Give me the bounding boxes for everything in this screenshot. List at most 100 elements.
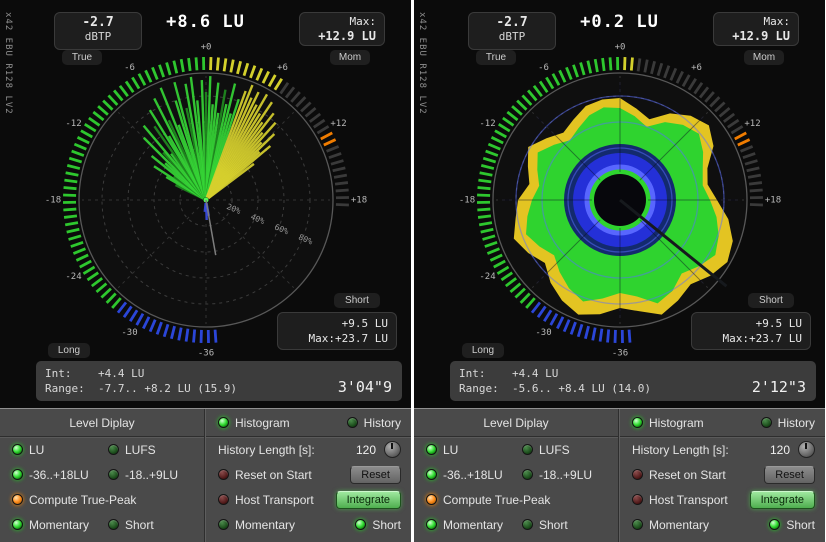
history-label: History xyxy=(777,415,815,430)
radio-lu[interactable]: LU xyxy=(12,443,108,457)
integration-stats: Int: +4.4 LU Range: -5.6.. +8.4 LU (14.0… xyxy=(459,366,651,396)
short-mode-badge: Short xyxy=(748,293,794,308)
level-display-column: Level Diplay LU LUFS -36..+18LU -18..+9L… xyxy=(414,409,619,542)
reset-button[interactable]: Reset xyxy=(350,465,401,484)
history-length-knob[interactable] xyxy=(384,441,401,458)
max-label: Max: xyxy=(349,15,377,28)
reset-on-start-led xyxy=(218,469,229,480)
svg-text:-36: -36 xyxy=(198,349,214,359)
level-display-title: Level Diplay xyxy=(483,415,549,430)
hist-momentary-label: Momentary xyxy=(235,517,296,532)
scale-narrow-label: -18..+9LU xyxy=(125,467,179,482)
svg-text:+18: +18 xyxy=(351,196,367,206)
checkbox-compute-true-peak[interactable]: Compute True-Peak xyxy=(426,493,550,507)
true-mode-badge: True xyxy=(62,50,102,65)
radio-momentary[interactable]: Momentary xyxy=(426,518,522,532)
lufs-led xyxy=(522,444,533,455)
lu-led xyxy=(12,444,23,455)
radio-hist-short[interactable]: Short xyxy=(769,518,815,532)
checkbox-compute-true-peak[interactable]: Compute True-Peak xyxy=(12,493,136,507)
history-length-value: 120 xyxy=(355,442,376,457)
reset-row: Reset on Start Reset xyxy=(206,462,411,487)
integration-time: 3'04"9 xyxy=(337,378,392,396)
transport-row: Host Transport Integrate xyxy=(620,487,825,512)
svg-text:-18: -18 xyxy=(459,196,475,206)
short-led xyxy=(522,519,533,530)
radio-lu[interactable]: LU xyxy=(426,443,522,457)
checkbox-host-transport[interactable]: Host Transport xyxy=(218,493,314,507)
scale-wide-label: -36..+18LU xyxy=(29,467,89,482)
radio-scale-wide[interactable]: -36..+18LU xyxy=(12,468,108,482)
integrate-button[interactable]: Integrate xyxy=(335,490,401,509)
momentary-led xyxy=(12,519,23,530)
checkbox-host-transport[interactable]: Host Transport xyxy=(632,493,728,507)
short-values-badge: +9.5 LU Max:+23.7 LU xyxy=(691,312,811,350)
level-display-column: Level Diplay LU LUFS -36..+18LU -18..+9L… xyxy=(0,409,205,542)
radio-history[interactable]: History xyxy=(760,415,815,430)
radio-histogram[interactable]: Histogram xyxy=(632,416,704,430)
radio-lufs[interactable]: LUFS xyxy=(522,443,570,457)
hist-momentary-led xyxy=(218,519,229,530)
history-column: Histogram History History Length [s]: 12… xyxy=(205,409,411,542)
svg-text:+0: +0 xyxy=(201,43,212,53)
svg-text:-12: -12 xyxy=(65,119,81,129)
radio-momentary[interactable]: Momentary xyxy=(12,518,108,532)
integration-time: 2'12"3 xyxy=(751,378,806,396)
radio-hist-short[interactable]: Short xyxy=(355,518,401,532)
integrate-button[interactable]: Integrate xyxy=(749,490,815,509)
hist-short-label: Short xyxy=(372,517,401,532)
radio-short[interactable]: Short xyxy=(108,518,154,532)
control-panel: Level Diplay LU LUFS -36..+18LU -18..+9L… xyxy=(414,408,825,542)
host-transport-label: Host Transport xyxy=(649,492,728,507)
radio-lufs[interactable]: LUFS xyxy=(108,443,156,457)
hist-window-row: Momentary Short xyxy=(620,512,825,537)
radio-histogram[interactable]: Histogram xyxy=(218,416,290,430)
svg-text:-30: -30 xyxy=(121,328,137,338)
history-length-label: History Length [s]: xyxy=(218,442,315,457)
history-length-knob[interactable] xyxy=(798,441,815,458)
checkbox-reset-on-start[interactable]: Reset on Start xyxy=(632,468,726,482)
radio-short[interactable]: Short xyxy=(522,518,568,532)
hist-momentary-led xyxy=(632,519,643,530)
lufs-label: LUFS xyxy=(539,442,570,457)
history-column: Histogram History History Length [s]: 12… xyxy=(619,409,825,542)
short-mode-badge: Short xyxy=(334,293,380,308)
host-transport-led xyxy=(632,494,643,505)
histogram-led xyxy=(218,417,229,428)
scale-wide-led xyxy=(12,469,23,480)
scale-narrow-label: -18..+9LU xyxy=(539,467,593,482)
lu-label: LU xyxy=(29,442,45,457)
radio-hist-momentary[interactable]: Momentary xyxy=(218,518,295,532)
true-peak-row: Compute True-Peak xyxy=(414,487,618,512)
checkbox-reset-on-start[interactable]: Reset on Start xyxy=(218,468,312,482)
radio-hist-momentary[interactable]: Momentary xyxy=(632,518,709,532)
reset-button[interactable]: Reset xyxy=(764,465,815,484)
radio-scale-wide[interactable]: -36..+18LU xyxy=(426,468,522,482)
level-display-header: Level Diplay xyxy=(0,409,204,437)
short-led xyxy=(108,519,119,530)
scale-row: -36..+18LU -18..+9LU xyxy=(0,462,204,487)
host-transport-led xyxy=(218,494,229,505)
lufs-label: LUFS xyxy=(125,442,156,457)
integration-info-bar: Int: +4.4 LU Range: -7.7.. +8.2 LU (15.9… xyxy=(36,361,402,401)
lu-label: LU xyxy=(443,442,459,457)
svg-text:+6: +6 xyxy=(691,63,702,73)
reset-row: Reset on Start Reset xyxy=(620,462,825,487)
compute-true-peak-label: Compute True-Peak xyxy=(443,492,551,507)
history-header-row: Histogram History xyxy=(620,409,825,437)
mom-mode-badge: Mom xyxy=(330,50,370,65)
int-line: Int: +4.4 LU xyxy=(45,367,145,380)
control-panel: Level Diplay LU LUFS -36..+18LU -18..+9L… xyxy=(0,408,411,542)
radio-scale-narrow[interactable]: -18..+9LU xyxy=(108,468,178,482)
host-transport-label: Host Transport xyxy=(235,492,314,507)
true-peak-row: Compute True-Peak xyxy=(0,487,204,512)
meter-display: 20%40%60%80%+0+6-6+12-12+18-18-24-30-36 … xyxy=(414,0,825,408)
svg-text:-36: -36 xyxy=(612,349,628,359)
svg-text:+12: +12 xyxy=(330,119,346,129)
radio-history[interactable]: History xyxy=(346,416,401,430)
scale-wide-label: -36..+18LU xyxy=(443,467,503,482)
radio-scale-narrow[interactable]: -18..+9LU xyxy=(522,468,592,482)
lufs-led xyxy=(108,444,119,455)
long-mode-badge: Long xyxy=(48,343,90,358)
history-length-row: History Length [s]: 120 xyxy=(206,437,411,462)
